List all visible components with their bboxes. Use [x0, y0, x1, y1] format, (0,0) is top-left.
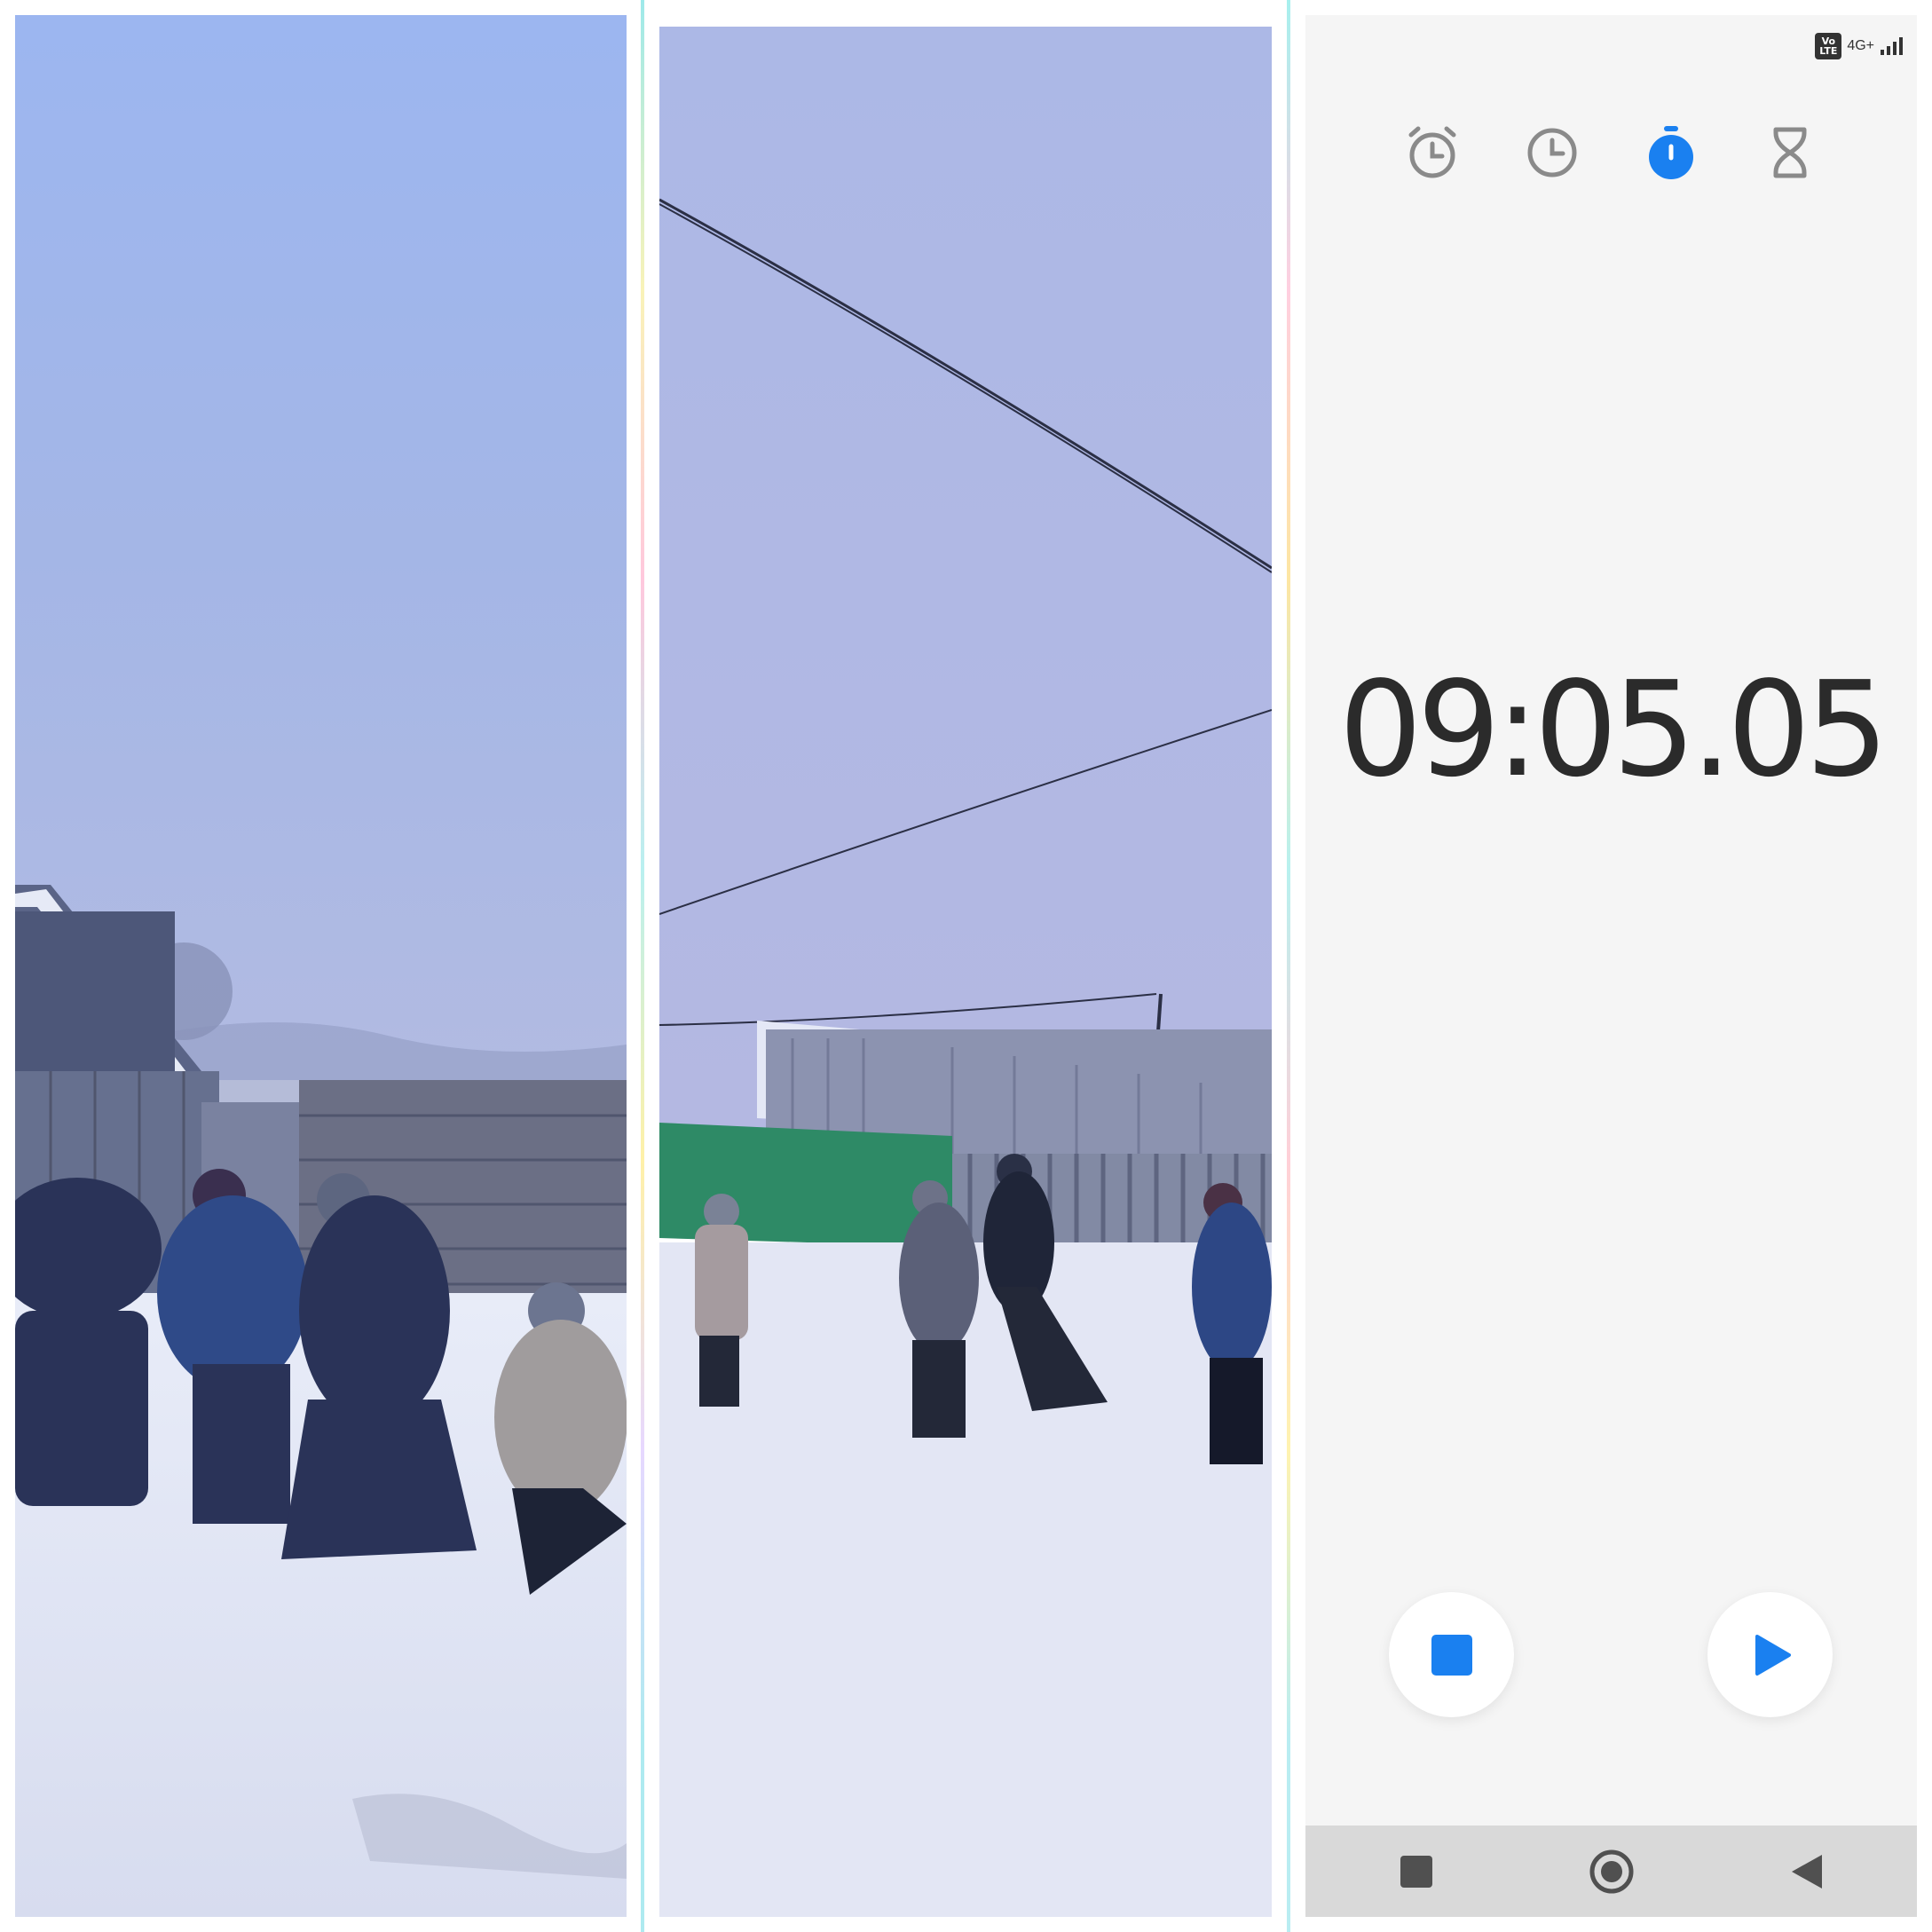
navigation-bar: [1305, 1826, 1917, 1917]
stopwatch-icon: [1649, 126, 1693, 179]
photo-left: [15, 15, 627, 1917]
status-bar: Vo LTE 4G+: [1815, 33, 1903, 59]
home-button[interactable]: [1585, 1845, 1638, 1898]
volte-badge: Vo LTE: [1815, 33, 1842, 59]
hourglass-icon: [1773, 127, 1807, 178]
clock-icon: [1527, 128, 1577, 177]
divider-left: [641, 0, 644, 1932]
winter-photo-middle: [659, 27, 1272, 1917]
play-icon: [1755, 1634, 1791, 1676]
network-type: 4G+: [1847, 38, 1874, 53]
stopwatch-time: 09:05.05: [1338, 653, 1889, 806]
triangle-back-icon: [1792, 1855, 1822, 1889]
tab-clock[interactable]: [1517, 108, 1588, 197]
back-button[interactable]: [1780, 1845, 1833, 1898]
signal-strength-icon: [1881, 37, 1903, 55]
stop-square-icon: [1431, 1634, 1472, 1676]
clock-tabs: [1305, 108, 1917, 197]
tab-alarm[interactable]: [1397, 108, 1468, 197]
photo-middle: [659, 27, 1272, 1917]
stopwatch-screen: Vo LTE 4G+ 09:05.05: [1305, 15, 1917, 1917]
tab-stopwatch[interactable]: [1636, 108, 1707, 197]
circle-icon: [1589, 1849, 1634, 1894]
stop-button[interactable]: [1389, 1592, 1514, 1717]
alarm-clock-icon: [1408, 126, 1456, 178]
square-icon: [1400, 1856, 1432, 1888]
divider-right: [1287, 0, 1290, 1932]
tab-timer[interactable]: [1755, 108, 1826, 197]
resume-button[interactable]: [1707, 1592, 1833, 1717]
recents-button[interactable]: [1390, 1845, 1443, 1898]
winter-photo-left: [15, 15, 627, 1917]
